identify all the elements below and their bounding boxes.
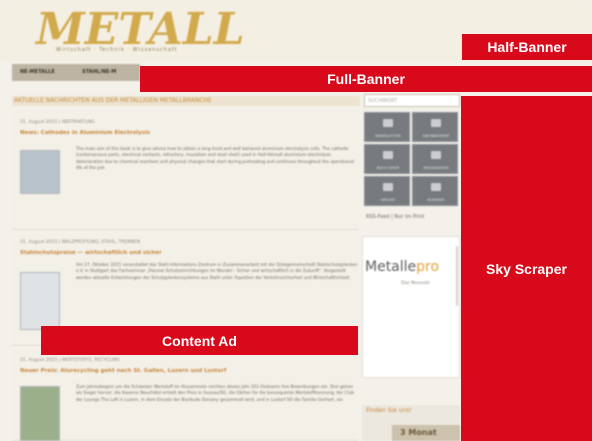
widget-title: Finden Sie uns! [366,407,412,414]
tile-mediadaten[interactable]: MEDIADATEN [412,144,458,174]
tile-archiv[interactable]: ARCHIV [364,176,410,206]
half-banner-slot: Half-Banner [462,34,592,60]
archive-icon [383,183,393,191]
article-date: 21. August 2015 | ABSTRAKTUNG [20,120,95,125]
article-thumbnail[interactable] [20,386,60,441]
article-teaser: Zum Jahresbeginn um die Schweizer Wertst… [76,384,354,402]
promo-divider [456,246,458,306]
article-thumbnail[interactable] [20,272,60,330]
article-title[interactable]: News: Cathodes in Aluminium Electrolysis [20,130,150,136]
metall-logo[interactable]: METALL Wirtschaft · Technik · Wissenscha… [12,4,245,58]
tile-buch-shop[interactable]: BUCH SHOP [364,144,410,174]
main-navigation: NE-METALLE STAHL/NE-M [12,64,140,81]
metalle-pro-promo[interactable]: Metallepro Das Neueste [362,236,460,378]
tile-label: KONTAKT [427,197,445,202]
tile-label: BUCH SHOP [376,165,400,170]
search-placeholder: SUCHWORT [368,98,398,104]
content-ad-slot: Content Ad [41,326,358,355]
book-icon [383,151,393,159]
tile-newsletter[interactable]: NEWSLETTER [364,112,410,142]
search-input[interactable]: SUCHWORT [364,94,460,107]
tile-label: NEWSLETTER [375,133,401,138]
page: METALL Wirtschaft · Technik · Wissenscha… [0,0,592,441]
rss-feed-link[interactable]: RSS-Feed | Nur im Print [366,214,424,220]
document-icon [431,119,441,127]
chart-icon [431,151,441,159]
article-title[interactable]: Stahlschutzpreise — wirtschaftlich und s… [20,250,162,256]
nav-item-stahl[interactable]: STAHL/NE-M [82,69,116,75]
envelope-icon [383,119,393,127]
logo-tagline: Wirtschaft · Technik · Wissenschaft [56,47,178,53]
news-article: 21. August 2015 | ABSTRAKTUNG News: Cath… [12,110,358,230]
subscription-tab[interactable]: 3 Monat [392,425,460,441]
promo-title-part2: pro [416,259,440,275]
tile-label: ARCHIV [380,197,396,202]
tile-kontakt[interactable]: KONTAKT [412,176,458,206]
news-article: 21. August 2015 | WERTSTOFFE, RECYCLING … [12,350,358,441]
social-widget: Finden Sie uns! 3 Monat [362,405,460,441]
section-header: AKTUELLE NACHRICHTEN AUS DER METALLIGEN … [12,96,360,106]
article-date: 21. August 2015 | WERTSTOFFE, RECYCLING [20,358,120,363]
article-date: 21. August 2015 | WALZPROFILING, STAHL, … [20,240,141,245]
article-teaser: The main aim of this book is to give adv… [76,146,355,170]
full-banner-slot: Full-Banner [140,66,592,92]
section-title: AKTUELLE NACHRICHTEN AUS DER METALLIGEN … [14,97,212,104]
article-title[interactable]: Neuer Preis: Alurecycling geht nach St. … [20,368,226,374]
sky-scraper-slot: Sky Scraper [461,96,592,441]
article-teaser: Am 27. Oktober 2015 veranstaltet das Sta… [76,262,358,280]
sidebar-tile-menu: NEWSLETTER ABONNEMENT BUCH SHOP MEDIADAT… [364,112,460,208]
promo-title: Metallepro [365,259,439,275]
promo-title-part1: Metalle [365,259,417,275]
nav-item-ne-metalle[interactable]: NE-METALLE [20,69,55,75]
tile-abonnement[interactable]: ABONNEMENT [412,112,458,142]
article-thumbnail[interactable] [20,150,60,194]
subscription-tab-label: 3 Monat [400,428,437,437]
tile-label: ABONNEMENT [422,133,450,138]
tile-label: MEDIADATEN [423,165,449,170]
phone-icon [431,183,441,191]
promo-subtitle: Das Neueste [401,281,430,286]
